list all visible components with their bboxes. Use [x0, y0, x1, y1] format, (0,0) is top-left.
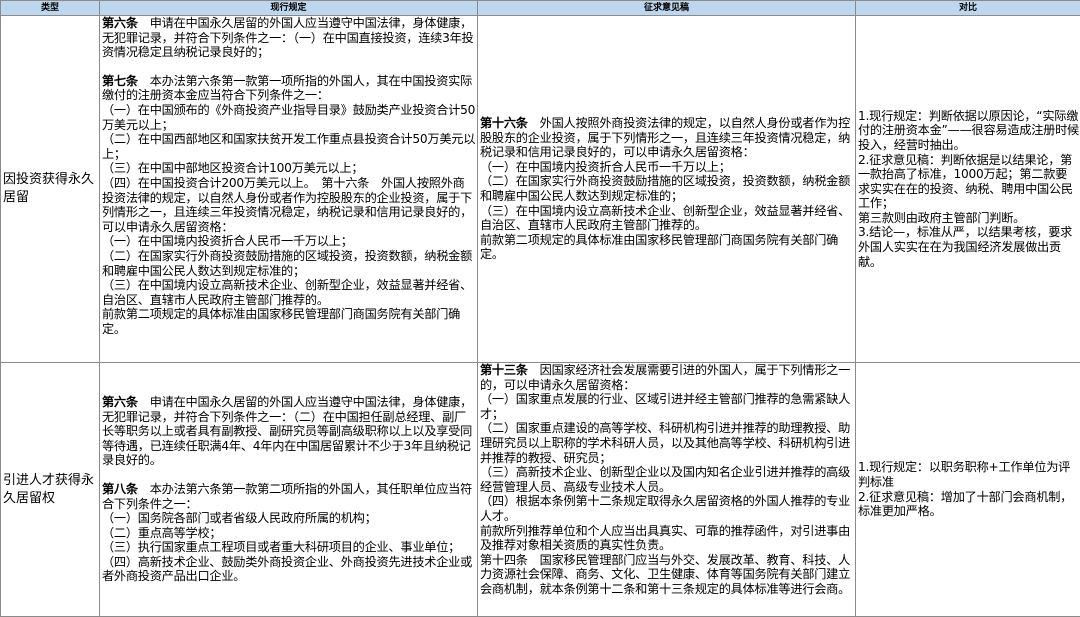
cell-compare[interactable]: 1.现行规定：判断依据以原因论，“实际缴付的注册资本金”——很容易造成注册时候投… [855, 15, 1080, 363]
article-paragraph: 第十三条 因国家经济社会发展需要引进的外国人，属于下列情形之一的，可以申请永久居… [480, 363, 851, 596]
article-paragraph: 第七条 本办法第六条第一款第一项所指的外国人，其在中国投资实际缴付的注册资本金应… [102, 73, 476, 336]
header-type[interactable]: 类型 [0, 0, 100, 16]
cell-current[interactable]: 第六条 申请在中国永久居留的外国人应当遵守中国法律，身体健康，无犯罪记录，并符合… [99, 362, 478, 617]
article-paragraph: 第八条 本办法第六条第一款第二项所指的外国人，其任职单位应当符合下列条件之一： … [102, 481, 473, 584]
header-compare[interactable]: 对比 [855, 0, 1080, 16]
cell-draft[interactable]: 第十三条 因国家经济社会发展需要引进的外国人，属于下列情形之一的，可以申请永久居… [477, 362, 856, 617]
cell-compare[interactable]: 1.现行规定：以职务职称+工作单位为评判标准 2.征求意见稿：增加了十部门会商机… [855, 362, 1080, 617]
table-row: 因投资获得永久居留 第六条 申请在中国永久居留的外国人应当遵守中国法律，身体健康… [0, 15, 1080, 363]
article-paragraph: 第十六条 外国人按照外商投资法律的规定，以自然人身份或者作为控股股东的企业投资，… [480, 116, 851, 262]
cell-draft[interactable]: 第十六条 外国人按照外商投资法律的规定，以自然人身份或者作为控股股东的企业投资，… [477, 15, 856, 363]
cell-current[interactable]: 第六条 申请在中国永久居留的外国人应当遵守中国法律，身体健康，无犯罪记录，并符合… [99, 15, 478, 363]
header-row: 类型 现行规定 征求意见稿 对比 [0, 0, 1080, 16]
spreadsheet: 类型 现行规定 征求意见稿 对比 因投资获得永久居留 第六条 申请在中国永久居留… [0, 0, 1080, 617]
header-draft[interactable]: 征求意见稿 [477, 0, 856, 16]
comparison-table: 类型 现行规定 征求意见稿 对比 因投资获得永久居留 第六条 申请在中国永久居留… [0, 0, 1080, 617]
cell-type[interactable]: 引进人才获得永久居留权 [0, 362, 100, 617]
article-paragraph: 第六条 申请在中国永久居留的外国人应当遵守中国法律，身体健康，无犯罪记录，并符合… [102, 16, 474, 60]
cell-type[interactable]: 因投资获得永久居留 [0, 15, 100, 363]
article-paragraph: 第六条 申请在中国永久居留的外国人应当遵守中国法律，身体健康，无犯罪记录，并符合… [102, 394, 473, 468]
header-current[interactable]: 现行规定 [99, 0, 478, 16]
table-row: 引进人才获得永久居留权 第六条 申请在中国永久居留的外国人应当遵守中国法律，身体… [0, 362, 1080, 617]
